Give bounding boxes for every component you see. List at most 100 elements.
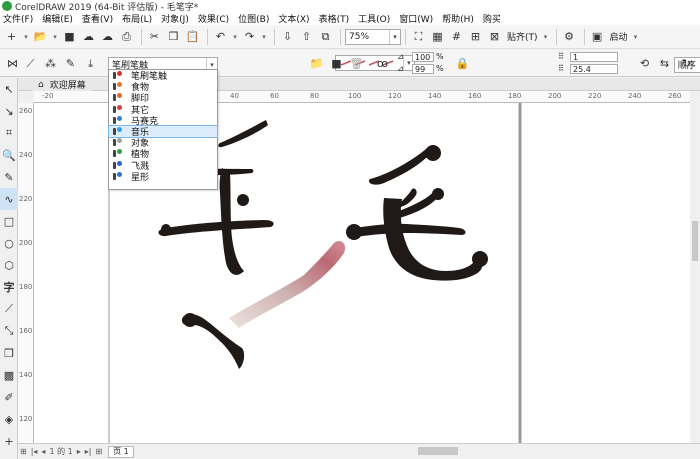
opacity-bottom-spinner[interactable]: 99 <box>412 64 434 74</box>
menu-object[interactable]: 对象(J) <box>161 12 189 25</box>
options-gear-icon[interactable]: ⚙ <box>561 28 578 45</box>
menu-layout[interactable]: 布局(L) <box>122 12 152 25</box>
chevron-down-icon[interactable]: ▾ <box>389 29 400 44</box>
snap-to-button[interactable]: 贴齐(T) <box>507 30 538 43</box>
undo-icon[interactable]: ↶ <box>212 28 229 45</box>
new-icon[interactable]: + <box>3 28 20 45</box>
lock-ratio-icon[interactable]: 🔒 <box>454 55 471 72</box>
import-icon[interactable]: ⇩ <box>279 28 296 45</box>
vertical-scroll-thumb[interactable] <box>692 221 698 261</box>
delete-icon[interactable]: 🗑 <box>348 55 365 72</box>
print-icon[interactable]: ⎙ <box>118 28 135 45</box>
dabs-spinner[interactable]: 1 <box>570 52 618 62</box>
shape-tool-icon[interactable]: ↘ <box>0 100 18 122</box>
connector-tool-icon[interactable]: ⤡ <box>0 320 18 342</box>
vertical-scrollbar[interactable] <box>690 91 700 443</box>
guidelines-icon[interactable]: ⊞ <box>467 28 484 45</box>
dropdown-item[interactable]: 星形 <box>109 171 217 183</box>
save-stroke-icon[interactable]: ■ <box>328 55 345 72</box>
launch-app-icon[interactable]: ▣ <box>589 28 606 45</box>
fill-tool-icon[interactable]: ◈ <box>0 408 18 430</box>
chevron-down-icon[interactable]: ▾ <box>22 28 30 45</box>
menu-file[interactable]: 文件(F) <box>3 12 33 25</box>
cloud-upload-icon[interactable]: ☁ <box>99 28 116 45</box>
browse-folder-icon[interactable]: 📁 <box>308 55 325 72</box>
brush-category-dropdown[interactable]: 笔刷笔触 食物 脚印 其它 马赛克 音乐 对象 植物 飞溅 星形 <box>108 69 218 190</box>
cut-icon[interactable]: ✂ <box>146 28 163 45</box>
chevron-down-icon[interactable]: ▾ <box>51 28 59 45</box>
dropdown-item[interactable]: 食物 <box>109 81 217 93</box>
rulers-icon[interactable]: ▦ <box>429 28 446 45</box>
vertical-ruler[interactable]: 260 240 220 200 180 160 140 120 <box>18 103 34 443</box>
redo-icon[interactable]: ↷ <box>241 28 258 45</box>
artistic-media-tool-icon[interactable]: ∿ <box>0 188 18 210</box>
paste-icon[interactable]: 📋 <box>184 28 201 45</box>
rotation-icon[interactable]: ⟲ <box>636 55 653 72</box>
dropdown-item[interactable]: 飞溅 <box>109 160 217 172</box>
preset-artistic-media-icon[interactable]: ⋈ <box>4 55 21 72</box>
horizontal-scroll-thumb[interactable] <box>418 447 458 455</box>
first-page-icon[interactable]: |◂ <box>31 447 38 456</box>
menu-edit[interactable]: 编辑(E) <box>42 12 73 25</box>
dropdown-item-selected[interactable]: 音乐 <box>108 124 218 139</box>
next-page-icon[interactable]: ▸ <box>77 447 81 456</box>
chevron-down-icon[interactable]: ▾ <box>542 28 550 45</box>
ellipse-tool-icon[interactable]: ○ <box>0 232 18 254</box>
dropdown-item[interactable]: 植物 <box>109 148 217 160</box>
snap-icon[interactable]: ⊠ <box>486 28 503 45</box>
zoom-level-combo[interactable]: 75% ▾ <box>345 28 401 45</box>
last-page-icon[interactable]: ▸| <box>85 447 92 456</box>
menu-view[interactable]: 查看(V) <box>82 12 113 25</box>
dropdown-item[interactable]: 对象 <box>109 137 217 149</box>
menu-window[interactable]: 窗口(W) <box>399 12 433 25</box>
text-tool-icon[interactable]: 字 <box>0 276 18 298</box>
fullscreen-icon[interactable]: ⛶ <box>410 28 427 45</box>
menu-buy[interactable]: 购买 <box>483 12 501 25</box>
chevron-down-icon[interactable]: ▾ <box>260 28 268 45</box>
cloud-download-icon[interactable]: ☁ <box>80 28 97 45</box>
menu-table[interactable]: 表格(T) <box>319 12 350 25</box>
pressure-icon[interactable]: ⤓ <box>82 55 99 72</box>
pdf-icon[interactable]: ⧉ <box>317 28 334 45</box>
zoom-tool-icon[interactable]: 🔍 <box>0 144 18 166</box>
transparency-tool-icon[interactable]: ▩ <box>0 364 18 386</box>
menu-effects[interactable]: 效果(C) <box>198 12 229 25</box>
dropdown-item[interactable]: 其它 <box>109 104 217 116</box>
dropdown-item[interactable]: 笔刷笔触 <box>109 70 217 82</box>
spacing-spinner[interactable]: 25.4 <box>570 64 618 74</box>
drop-shadow-tool-icon[interactable]: ❒ <box>0 342 18 364</box>
prev-page-icon[interactable]: ◂ <box>41 447 45 456</box>
reset-icon[interactable]: ↻ <box>678 55 695 72</box>
sprayer-icon[interactable]: ⁂ <box>42 55 59 72</box>
grid-icon[interactable]: # <box>448 28 465 45</box>
chevron-down-icon[interactable]: ▾ <box>632 28 640 45</box>
add-tool-icon[interactable]: + <box>0 430 18 452</box>
freehand-tool-icon[interactable]: ✎ <box>0 166 18 188</box>
menu-help[interactable]: 帮助(H) <box>442 12 474 25</box>
polygon-tool-icon[interactable]: ⬡ <box>0 254 18 276</box>
opacity-top-spinner[interactable]: 100 <box>412 52 434 62</box>
parallel-dimension-tool-icon[interactable]: ⟋ <box>0 298 18 320</box>
copy-icon[interactable]: ❐ <box>165 28 182 45</box>
save-icon[interactable]: ■ <box>61 28 78 45</box>
calligraphic-icon[interactable]: ✎ <box>62 55 79 72</box>
add-page-icon[interactable]: ⊞ <box>20 447 27 456</box>
rectangle-tool-icon[interactable]: □ <box>0 210 18 232</box>
menu-text[interactable]: 文本(X) <box>278 12 309 25</box>
launch-button[interactable]: 启动 <box>610 30 628 43</box>
spray-objects-icon[interactable]: ꝏ <box>374 55 391 72</box>
dropdown-item[interactable]: 马赛克 <box>109 115 217 127</box>
chevron-down-icon[interactable]: ▾ <box>231 28 239 45</box>
offset-icon[interactable]: ⇆ <box>656 55 673 72</box>
dropdown-item[interactable]: 脚印 <box>109 92 217 104</box>
crop-tool-icon[interactable]: ⌗ <box>0 122 18 144</box>
eyedropper-tool-icon[interactable]: ✐ <box>0 386 18 408</box>
menu-bitmaps[interactable]: 位图(B) <box>238 12 269 25</box>
open-icon[interactable]: 📂 <box>32 28 49 45</box>
pick-tool-icon[interactable]: ↖ <box>0 78 18 100</box>
page-tab[interactable]: 页 1 <box>108 445 134 458</box>
brush-tool-icon[interactable]: ⟋ <box>22 55 39 72</box>
export-icon[interactable]: ⇧ <box>298 28 315 45</box>
tab-welcome-screen[interactable]: ⌂ 欢迎屏幕 <box>32 78 92 91</box>
menu-tools[interactable]: 工具(O) <box>358 12 390 25</box>
